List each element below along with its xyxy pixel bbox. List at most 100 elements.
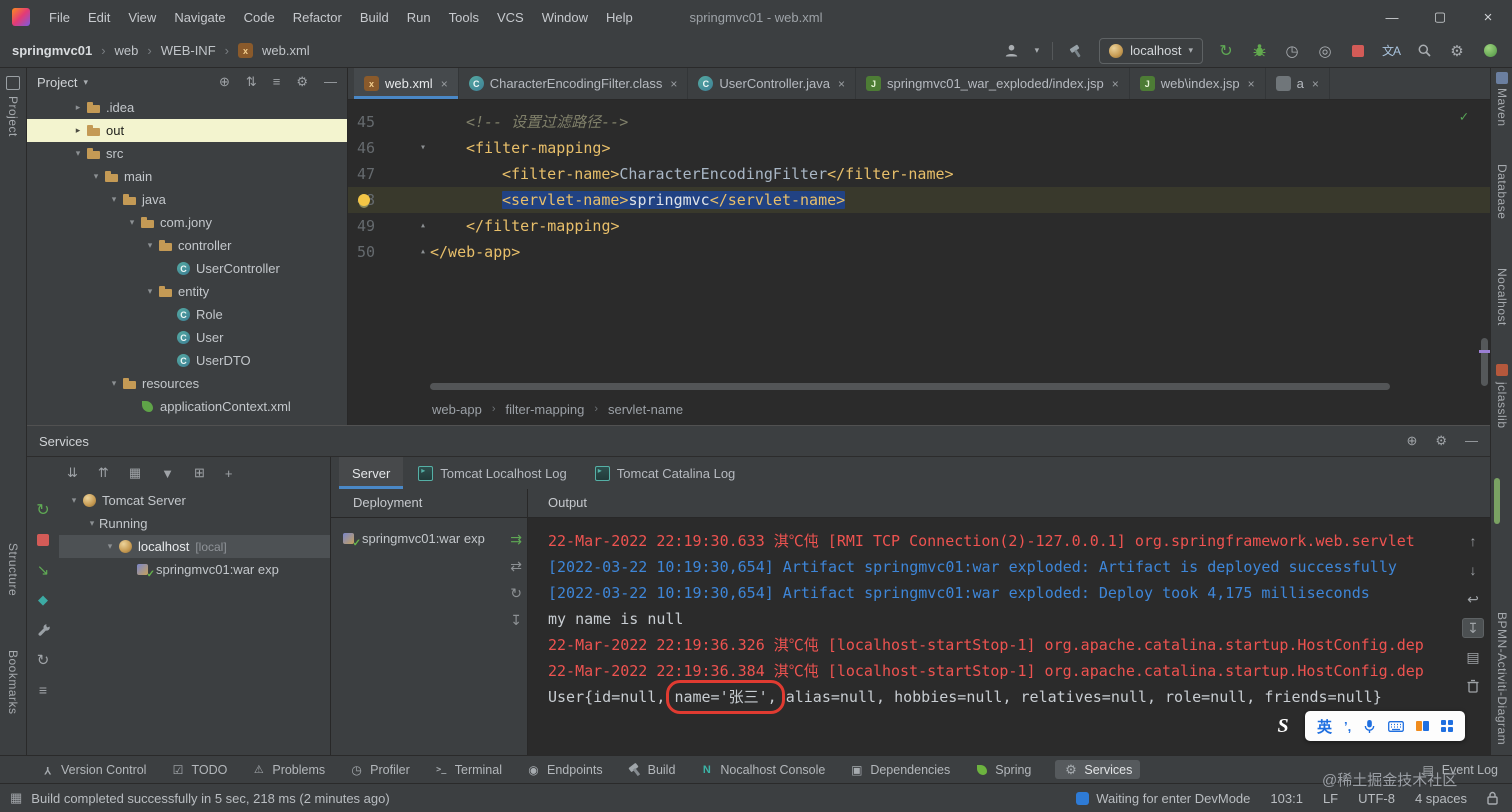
line-ending[interactable]: LF — [1323, 791, 1338, 806]
close-button[interactable]: × — [1464, 0, 1512, 34]
server-tab[interactable]: Tomcat Localhost Log — [405, 457, 579, 489]
tool-window-button[interactable]: TODO — [170, 762, 227, 777]
editor-tab[interactable]: CharacterEncodingFilter.class × — [459, 68, 689, 99]
keyboard-icon[interactable] — [1388, 720, 1405, 732]
intention-bulb-icon[interactable] — [358, 194, 370, 206]
file-encoding[interactable]: UTF-8 — [1358, 791, 1395, 806]
filter-icon[interactable]: ▼ — [161, 466, 174, 481]
debug-bug-icon[interactable] — [1249, 41, 1269, 61]
tool-window-button[interactable]: Nocalhost Console — [699, 762, 825, 777]
project-tree-row[interactable]: User — [27, 326, 347, 349]
menu-item[interactable]: Window — [533, 0, 597, 34]
tab-close-icon[interactable]: × — [1248, 77, 1255, 91]
menu-item[interactable]: Edit — [79, 0, 119, 34]
server-tab[interactable]: Tomcat Catalina Log — [582, 457, 749, 489]
stop-icon[interactable] — [34, 531, 52, 549]
tree-toggle-icon[interactable]: ▾ — [143, 286, 157, 297]
tool-window-button[interactable]: Spring — [974, 762, 1031, 777]
breadcrumb-item[interactable]: WEB-INF — [161, 43, 216, 58]
rerun-icon[interactable]: ↻ — [1216, 41, 1236, 61]
services-tree-row[interactable]: ▾ Tomcat Server — [59, 489, 330, 512]
editor-tab[interactable]: UserController.java × — [688, 68, 856, 99]
tree-toggle-icon[interactable]: ▾ — [71, 148, 85, 159]
tool-stripe-bpmn[interactable]: BPMN-Activiti-Diagram — [1495, 612, 1509, 745]
maximize-button[interactable]: ▢ — [1416, 0, 1464, 34]
tool-window-button[interactable]: Dependencies — [849, 762, 950, 777]
menu-item[interactable]: Run — [398, 0, 440, 34]
caret-position[interactable]: 103:1 — [1270, 791, 1303, 806]
deploy-artifact-icon[interactable]: ⇉ — [510, 531, 522, 548]
expand-all-icon[interactable]: ⇅ — [246, 74, 257, 90]
tool-stripe-maven[interactable]: Maven — [1495, 88, 1509, 127]
tree-toggle-icon[interactable]: ▾ — [103, 541, 117, 552]
rerun-server-icon[interactable]: ↻ — [34, 501, 52, 519]
coverage-icon[interactable]: ◷ — [1282, 41, 1302, 61]
collapse-all-icon[interactable]: ≡ — [273, 74, 281, 90]
menu-item[interactable]: VCS — [488, 0, 533, 34]
tab-close-icon[interactable]: × — [441, 77, 448, 91]
expand-all-icon[interactable]: ⇈ — [98, 465, 109, 481]
tree-toggle-icon[interactable]: ▾ — [125, 217, 139, 228]
project-tree-row[interactable]: ▾ main — [27, 165, 347, 188]
profiler-icon[interactable]: ◎ — [1315, 41, 1335, 61]
inspection-ok-icon[interactable]: ✓ — [1460, 109, 1468, 125]
sogou-logo-icon[interactable]: S — [1268, 711, 1298, 741]
breadcrumb-file[interactable]: web.xml — [262, 43, 310, 58]
tree-toggle-icon[interactable]: ▸ — [71, 125, 85, 136]
services-vertical-scrollbar[interactable] — [1494, 478, 1500, 524]
project-view-title[interactable]: Project — [37, 75, 77, 90]
run-configuration-select[interactable]: localhost ▾ — [1099, 37, 1203, 64]
translate-icon[interactable]: 文A — [1381, 41, 1401, 61]
menu-item[interactable]: Refactor — [284, 0, 351, 34]
tool-window-button[interactable]: Terminal — [434, 762, 502, 777]
project-tree-row[interactable]: ▸ .idea — [27, 96, 347, 119]
build-hammer-icon[interactable] — [1066, 41, 1086, 61]
project-tree-row[interactable]: ▾ resources — [27, 372, 347, 395]
project-tree-row[interactable]: ▾ entity — [27, 280, 347, 303]
menu-item[interactable]: Build — [351, 0, 398, 34]
tool-window-button[interactable]: Profiler — [349, 762, 410, 777]
project-tree-row[interactable]: ▾ controller — [27, 234, 347, 257]
locate-icon[interactable]: ⊕ — [1406, 433, 1417, 449]
collapse-all-icon[interactable]: ⇊ — [67, 465, 78, 481]
deployment-item[interactable]: springmvc01:war exp — [331, 526, 527, 550]
settings-gear-icon[interactable]: ⚙ — [1447, 41, 1467, 61]
breadcrumb-project[interactable]: springmvc01 — [12, 43, 92, 58]
wrench-icon[interactable] — [34, 621, 52, 639]
breadcrumb-item[interactable]: servlet-name — [608, 402, 683, 417]
editor-tab[interactable]: springmvc01_war_exploded/index.jsp × — [856, 68, 1130, 99]
tool-stripe-project[interactable]: Project — [6, 96, 20, 137]
services-tree-row[interactable]: ▾ localhost [local] — [59, 535, 330, 558]
status-message[interactable]: Build completed successfully in 5 sec, 2… — [31, 791, 389, 806]
menu-item[interactable]: View — [119, 0, 165, 34]
tab-close-icon[interactable]: × — [838, 77, 845, 91]
server-tab[interactable]: Server — [339, 457, 404, 489]
menu-item[interactable]: Code — [235, 0, 284, 34]
ime-punctuation-toggle[interactable]: ’, — [1344, 719, 1351, 734]
project-tree-row[interactable]: ▾ src — [27, 142, 347, 165]
tree-toggle-icon[interactable]: ▾ — [85, 518, 99, 529]
toolwindow-toggle-icon[interactable]: ▦ — [10, 790, 22, 806]
project-tree-row[interactable]: UserDTO — [27, 349, 347, 372]
tab-close-icon[interactable]: × — [1112, 77, 1119, 91]
tree-toggle-icon[interactable]: ▾ — [107, 194, 121, 205]
locate-file-icon[interactable]: ⊕ — [219, 74, 230, 90]
tree-toggle-icon[interactable]: ▾ — [67, 495, 81, 506]
hotswap-icon[interactable]: ◆ — [34, 591, 52, 609]
devmode-status[interactable]: Waiting for enter DevMode — [1076, 791, 1250, 806]
editor-tab[interactable]: web\index.jsp × — [1130, 68, 1266, 99]
tool-stripe-nocalhost[interactable]: Nocalhost — [1495, 268, 1509, 326]
menu-item[interactable]: Help — [597, 0, 642, 34]
project-tree-row[interactable]: Role — [27, 303, 347, 326]
scroll-up-icon[interactable]: ↑ — [1462, 531, 1484, 551]
project-tree-row[interactable]: ▸ out — [27, 119, 347, 142]
tree-toggle-icon[interactable]: ▸ — [71, 102, 85, 113]
fold-icon[interactable]: ▴ — [420, 213, 426, 239]
fold-icon[interactable]: ▴ — [420, 239, 426, 265]
options-menu-icon[interactable]: ≡ — [34, 681, 52, 699]
editor-tab[interactable]: web.xml × — [354, 68, 459, 99]
tool-stripe-bookmarks[interactable]: Bookmarks — [6, 650, 20, 715]
group-by-icon[interactable]: ▦ — [129, 465, 141, 481]
ime-grid-icon[interactable] — [1441, 720, 1454, 732]
soft-wrap-icon[interactable]: ↩ — [1462, 589, 1484, 609]
